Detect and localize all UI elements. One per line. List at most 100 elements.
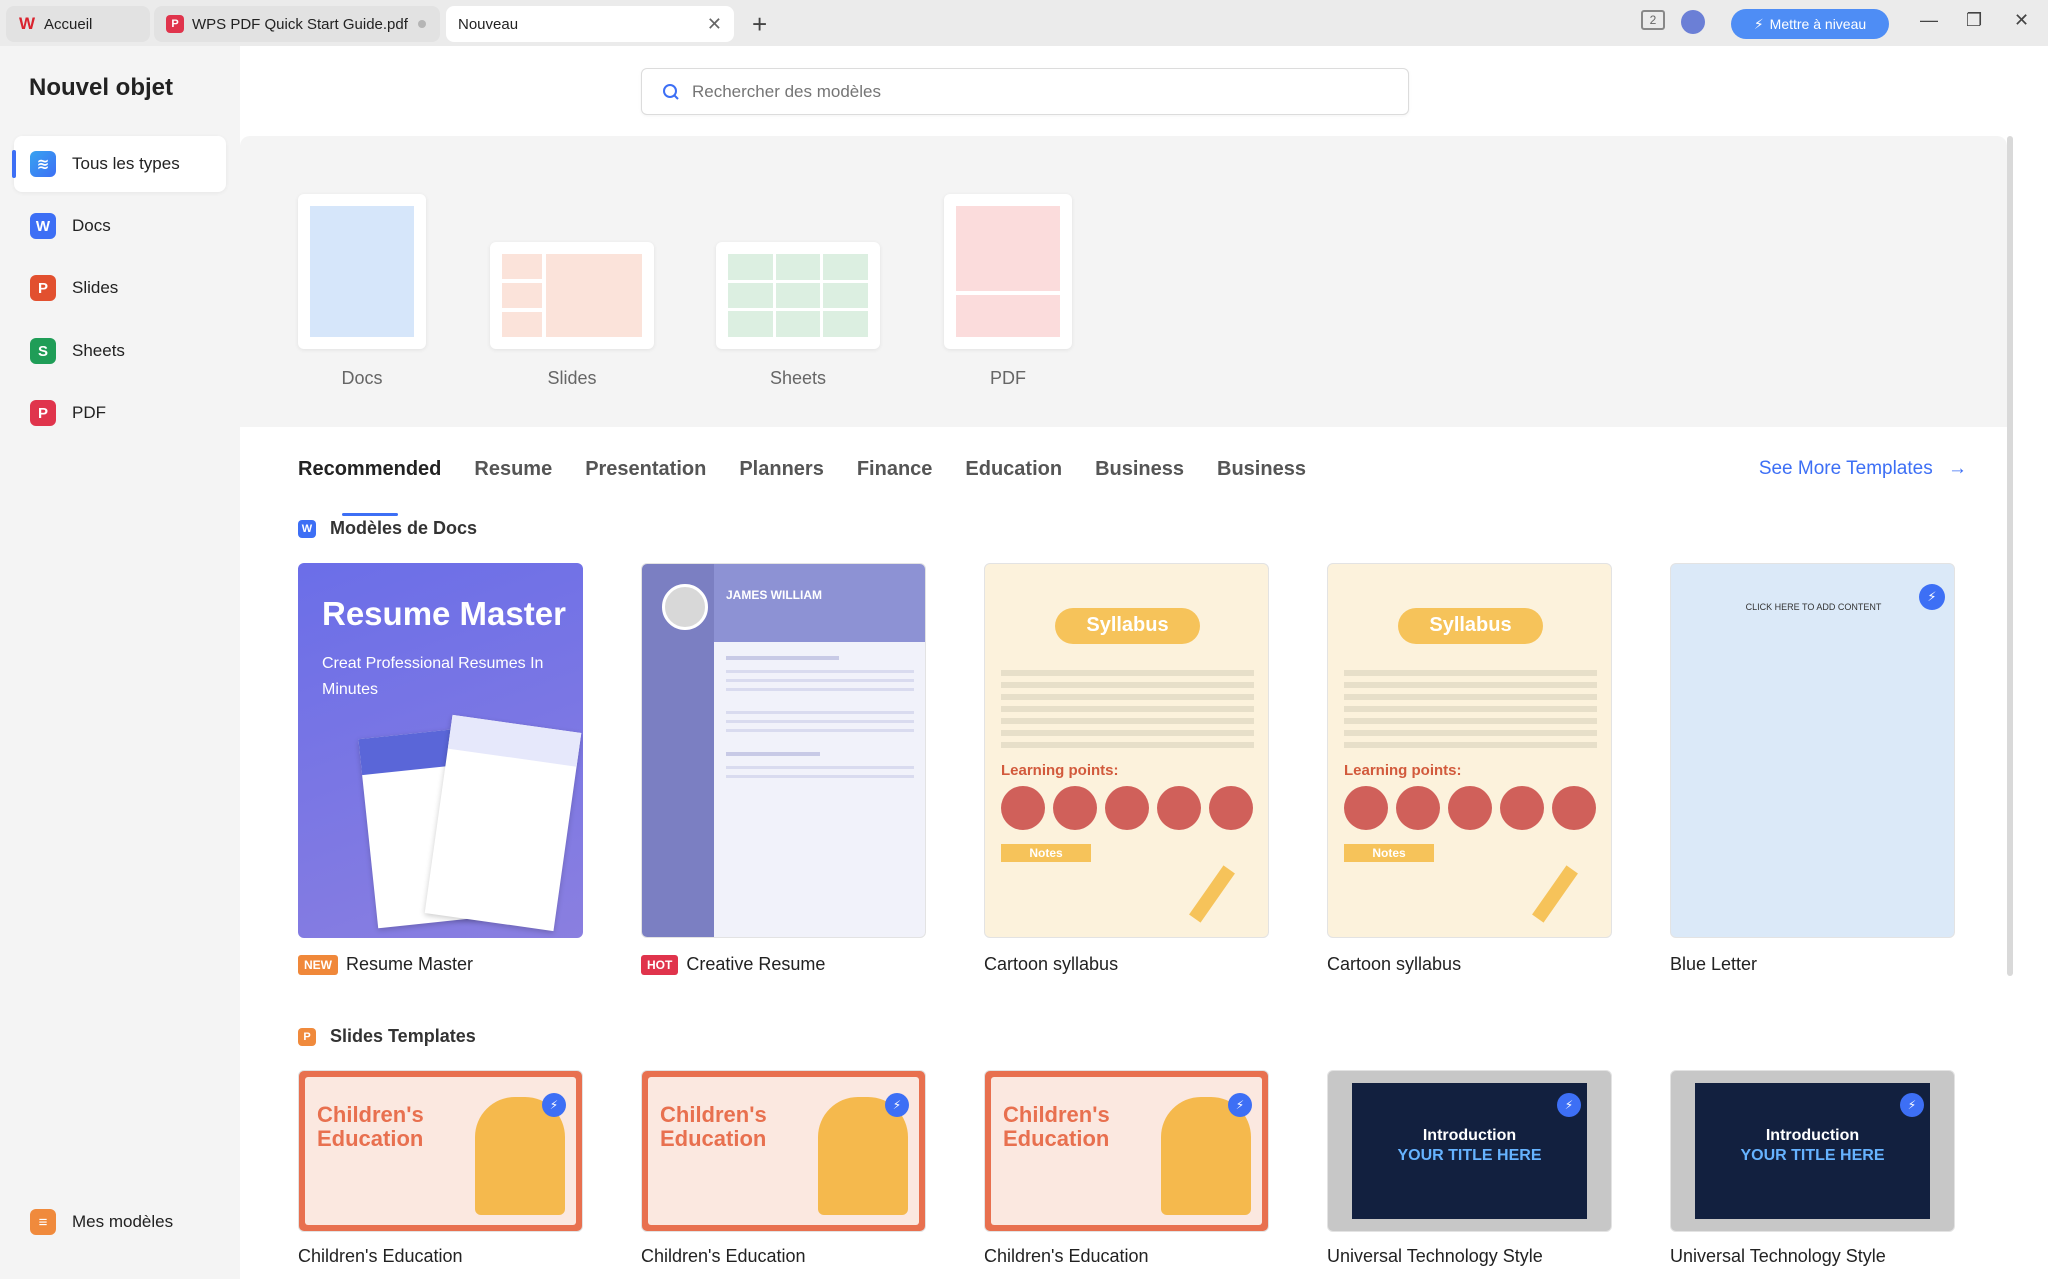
template-card-universal-technology-2[interactable]: Introduction YOUR TITLE HERE ⚡	[1670, 1070, 1955, 1232]
tab-presentation[interactable]: Presentation	[585, 458, 706, 494]
thumb-title: Syllabus	[1429, 614, 1512, 636]
template-card-label: Blue Letter	[1670, 954, 1757, 975]
minimize-icon[interactable]: —	[1920, 10, 1938, 31]
add-tab-icon[interactable]: +	[752, 9, 767, 40]
new-document-types: Docs Slides Sheets PDF	[240, 136, 2007, 427]
sidebar-item-label: Docs	[72, 216, 111, 235]
tab-business[interactable]: Business	[1095, 458, 1184, 494]
docs-icon: W	[30, 213, 56, 239]
thumb-subtitle: YOUR TITLE HERE	[1740, 1147, 1885, 1164]
thumb-subtitle: Creat Professional Resumes In Minutes	[322, 655, 544, 698]
template-card-childrens-education-3[interactable]: Children's Education ⚡	[984, 1070, 1269, 1232]
restore-icon[interactable]: ❐	[1966, 10, 1982, 31]
tab-nouveau[interactable]: Nouveau ✕	[446, 6, 734, 42]
unsaved-dot-icon	[418, 20, 426, 28]
new-pdf-button[interactable]	[944, 194, 1072, 349]
sidebar-item-label: Slides	[72, 278, 119, 297]
new-slides-button[interactable]	[490, 242, 654, 349]
sidebar-item-label: Tous les types	[72, 154, 180, 173]
window-count: 2	[1649, 13, 1657, 27]
thumb-title: CLICK HERE TO ADD CONTENT	[1745, 602, 1882, 612]
template-name: Cartoon syllabus	[984, 954, 1119, 974]
premium-icon: ⚡	[1900, 1093, 1924, 1117]
tab-finance[interactable]: Finance	[857, 458, 933, 494]
tab-resume[interactable]: Resume	[474, 458, 552, 494]
sidebar-item-docs[interactable]: W Docs	[14, 198, 226, 254]
search-icon	[663, 83, 679, 100]
sidebar-item-sheets[interactable]: S Sheets	[14, 323, 226, 379]
template-card-cartoon-syllabus[interactable]: Syllabus Learning points: Notes	[984, 563, 1269, 938]
template-card-childrens-education[interactable]: Children's Education ⚡	[298, 1070, 583, 1232]
template-card-universal-technology[interactable]: Introduction YOUR TITLE HERE ⚡	[1327, 1070, 1612, 1232]
syllabus-grid	[1344, 664, 1597, 754]
template-card-resume-master[interactable]: Resume Master Creat Professional Resumes…	[298, 563, 583, 938]
template-card-blue-letter[interactable]: CLICK HERE TO ADD CONTENT ⚡	[1670, 563, 1955, 938]
knowledge-circles	[1344, 786, 1596, 830]
template-card-label: Universal Technology Style	[1670, 1246, 1886, 1267]
new-sheets-button[interactable]	[716, 242, 880, 349]
avatar[interactable]	[1681, 10, 1705, 34]
sidebar-item-pdf[interactable]: P PDF	[14, 385, 226, 441]
sidebar-item-all-types[interactable]: ≋ Tous les types	[12, 136, 226, 192]
docs-page-preview	[310, 206, 414, 337]
section-title-label: Slides Templates	[330, 1026, 476, 1046]
resume-preview-front	[424, 714, 582, 932]
template-card-label: Cartoon syllabus	[1327, 954, 1461, 975]
main-scrollbar[interactable]	[2007, 136, 2013, 976]
thumb-notes: Notes	[1344, 844, 1434, 862]
premium-icon: ⚡	[1228, 1093, 1252, 1117]
template-card-label: HOT Creative Resume	[641, 954, 825, 975]
lightning-icon: ⚡	[1753, 15, 1764, 32]
sheets-page-preview	[728, 254, 868, 337]
close-tab-icon[interactable]: ✕	[707, 14, 722, 35]
template-name: Resume Master	[346, 954, 474, 974]
premium-icon: ⚡	[885, 1093, 909, 1117]
thumb-title: JAMES WILLIAM	[726, 588, 822, 602]
sidebar-item-label: PDF	[72, 403, 106, 422]
template-card-cartoon-syllabus-2[interactable]: Syllabus Learning points: Notes	[1327, 563, 1612, 938]
template-name: Children's Education	[984, 1246, 1149, 1266]
tab-planners[interactable]: Planners	[739, 458, 823, 494]
template-card-creative-resume[interactable]: JAMES WILLIAM	[641, 563, 926, 938]
template-name: Creative Resume	[686, 954, 826, 974]
premium-icon: ⚡	[1557, 1093, 1581, 1117]
close-window-icon[interactable]: ✕	[2014, 10, 2029, 31]
tab-recommended[interactable]: Recommended	[298, 458, 441, 516]
category-tabs: Recommended Resume Presentation Planners…	[298, 458, 1306, 516]
search-input[interactable]	[692, 81, 1372, 102]
sidebar-item-label: Mes modèles	[72, 1212, 174, 1231]
arrow-right-icon: →	[1948, 458, 1967, 479]
sidebar-item-slides[interactable]: P Slides	[14, 260, 226, 316]
window-switch-button[interactable]: 2	[1641, 10, 1665, 30]
profile-photo	[662, 584, 708, 630]
search-box[interactable]	[641, 68, 1409, 115]
template-card-label: NEW Resume Master	[298, 954, 473, 975]
template-card-label: Children's Education	[641, 1246, 806, 1267]
tab-label: Accueil	[44, 15, 93, 33]
template-card-childrens-education-2[interactable]: Children's Education ⚡	[641, 1070, 926, 1232]
template-name: Children's Education	[298, 1246, 463, 1266]
pdf-icon: P	[166, 15, 184, 33]
thumb-subtitle: YOUR TITLE HERE	[1397, 1147, 1542, 1164]
tab-pdf-guide[interactable]: P WPS PDF Quick Start Guide.pdf	[154, 6, 440, 42]
template-name: Universal Technology Style	[1670, 1246, 1886, 1266]
tab-education[interactable]: Education	[965, 458, 1062, 494]
new-sheets-label: Sheets	[769, 368, 827, 388]
resume-lines	[726, 656, 914, 784]
new-docs-label: Docs	[341, 368, 383, 388]
tab-accueil[interactable]: W Accueil	[6, 6, 150, 42]
page-title: Nouvel objet	[29, 74, 174, 101]
pencil-illustration	[1189, 865, 1235, 923]
template-card-label: Children's Education	[984, 1246, 1149, 1267]
sidebar-item-my-templates[interactable]: ≡ Mes modèles	[14, 1194, 226, 1250]
syllabus-grid	[1001, 664, 1254, 754]
templates-icon: ≡	[30, 1209, 56, 1235]
tab-business-2[interactable]: Business	[1217, 458, 1306, 494]
new-docs-button[interactable]	[298, 194, 426, 349]
upgrade-button[interactable]: ⚡ Mettre à niveau	[1731, 9, 1889, 39]
template-card-label: Cartoon syllabus	[984, 954, 1118, 975]
see-more-templates-link[interactable]: See More Templates →	[1759, 458, 1967, 480]
slides-page-preview	[502, 254, 642, 337]
premium-icon: ⚡	[542, 1093, 566, 1117]
premium-icon: ⚡	[1919, 584, 1945, 610]
